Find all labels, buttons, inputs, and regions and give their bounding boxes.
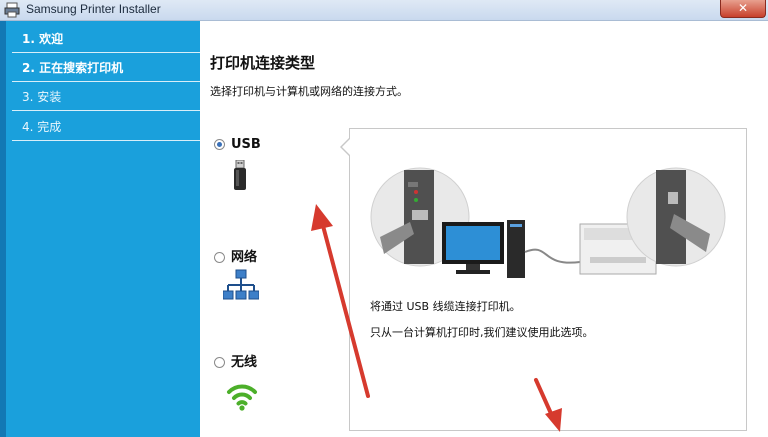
usb-cable [524,248,581,264]
usb-icon [234,160,246,190]
steps-sidebar: 1. 欢迎 2. 正在搜索打印机 3. 安装 4. 完成 [0,21,200,437]
step-install: 3. 安装 [12,83,200,111]
computer-tower [507,220,525,278]
printer-app-icon [4,2,20,18]
wireless-label: 无线 [231,355,258,370]
step-searching: 2. 正在搜索打印机 [12,54,200,82]
step-welcome: 1. 欢迎 [12,25,200,53]
panel-pointer-fill [342,139,350,155]
usb-connection-illustration [370,167,726,278]
network-label: 网络 [231,250,258,265]
printer-port-closeup [626,167,726,267]
usb-label: USB [231,137,261,152]
wireless-radio[interactable] [214,357,225,368]
step-finish: 4. 完成 [12,113,200,141]
page-title: 打印机连接类型 [210,54,316,72]
page-subtitle: 选择打印机与计算机或网络的连接方式。 [210,85,408,98]
computer-monitor [442,222,504,274]
network-radio[interactable] [214,252,225,263]
network-icon [223,269,259,300]
usb-radio[interactable] [214,139,225,150]
window-title: Samsung Printer Installer [26,2,161,16]
option-wireless[interactable]: 无线 [214,351,257,370]
close-button[interactable]: ✕ [720,0,766,18]
wifi-icon [227,384,257,411]
title-bar: Samsung Printer Installer ✕ [0,0,768,21]
panel-description-2: 只从一台计算机打印时,我们建议使用此选项。 [370,326,594,339]
option-network[interactable]: 网络 [214,246,257,265]
option-usb[interactable]: USB [214,137,261,152]
panel-description-1: 将通过 USB 线缆连接打印机。 [370,300,521,313]
